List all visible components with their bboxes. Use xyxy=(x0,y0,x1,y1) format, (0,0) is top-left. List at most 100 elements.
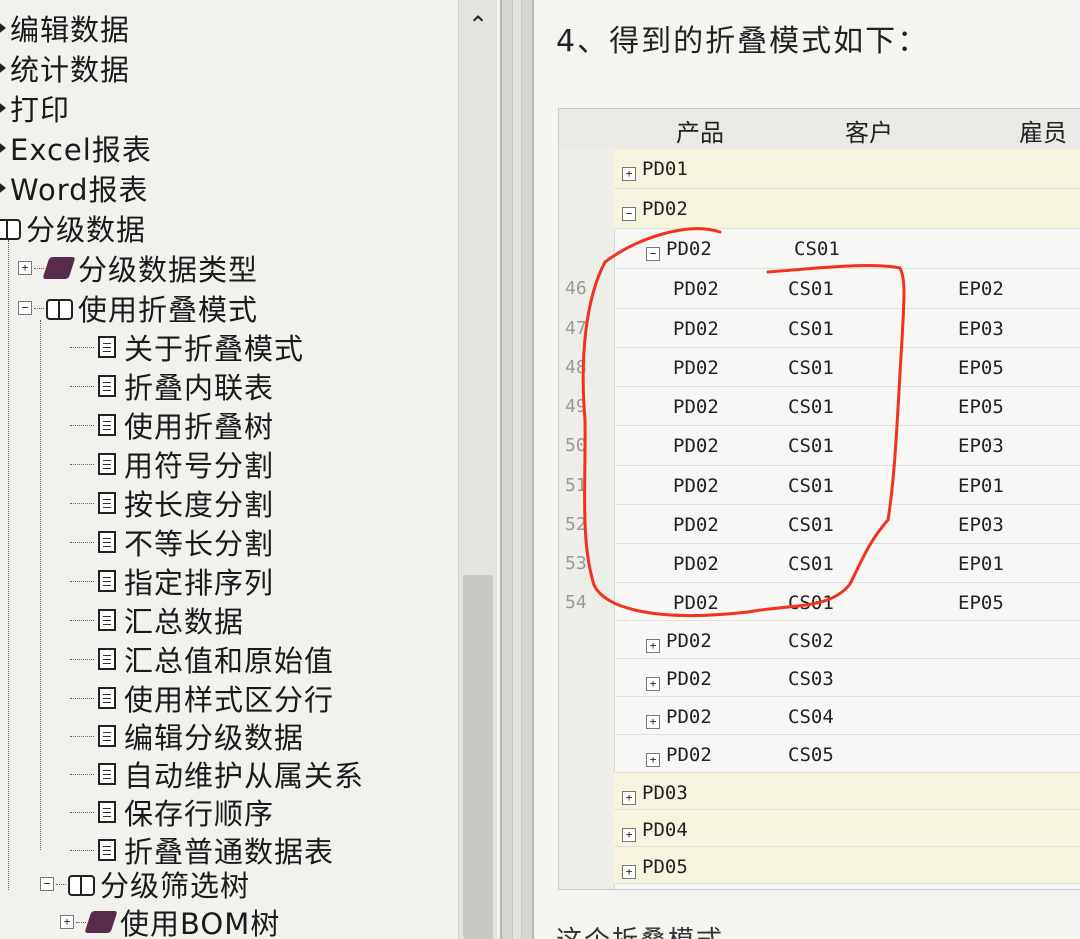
cell-product: PD02 xyxy=(666,744,712,766)
collapse-icon[interactable]: − xyxy=(18,301,32,315)
table-row[interactable]: + PD02 CS03 xyxy=(614,659,1080,697)
document-icon xyxy=(98,453,116,475)
cell-product: PD02 xyxy=(673,278,719,300)
help-content-pane: 4、得到的折叠模式如下： 产品 客户 雇员 + PD01− PD02− PD02 CS0… xyxy=(534,0,1080,939)
bullet-icon xyxy=(0,140,6,156)
table-row[interactable]: + PD04 xyxy=(614,810,1080,847)
table-row[interactable]: + PD03 xyxy=(614,773,1080,810)
tree-item-label: Word报表 xyxy=(10,173,149,207)
tree-item[interactable]: 保存行顺序 xyxy=(70,792,274,832)
tree-item-label: 统计数据 xyxy=(10,53,131,87)
tree-item[interactable]: − 分级筛选树 xyxy=(40,864,250,904)
tree-item-label: 分级筛选树 xyxy=(100,869,251,903)
tree-connector xyxy=(34,267,44,269)
document-icon xyxy=(98,839,116,861)
column-header-customer[interactable]: 客户 xyxy=(845,113,893,148)
expand-icon[interactable]: + xyxy=(646,677,660,691)
expand-icon[interactable]: + xyxy=(622,791,636,805)
expand-icon[interactable]: + xyxy=(646,715,660,729)
table-row[interactable]: + PD05 xyxy=(614,847,1080,884)
column-header-product[interactable]: 产品 xyxy=(676,113,724,148)
cell-customer: CS02 xyxy=(788,630,834,652)
cell-product: PD05 xyxy=(642,856,688,878)
document-icon xyxy=(98,609,116,631)
collapse-icon[interactable]: − xyxy=(622,207,636,221)
row-number: 49 xyxy=(565,396,587,417)
cell-customer: CS01 xyxy=(788,435,834,457)
tree-item-label: 使用BOM树 xyxy=(120,907,281,939)
tree-connector xyxy=(70,735,94,737)
table-row[interactable]: − PD02 CS01 xyxy=(614,229,1080,269)
tree-item[interactable]: 使用折叠树 xyxy=(70,405,274,445)
document-icon xyxy=(98,801,116,823)
document-icon xyxy=(98,725,116,747)
tree-item[interactable]: 汇总数据 xyxy=(70,600,244,640)
table-row[interactable]: PD02 CS01 EP03 xyxy=(614,309,1080,348)
expand-icon[interactable]: + xyxy=(646,639,660,653)
cell-product: PD02 xyxy=(666,238,712,260)
table-row[interactable]: PD02 CS01 EP02 xyxy=(614,269,1080,309)
column-header-employee[interactable]: 雇员 xyxy=(1019,113,1067,148)
scroll-up-icon[interactable]: ⌃ xyxy=(459,8,497,42)
tree-item[interactable]: Word报表 xyxy=(0,168,149,208)
tree-item-label: 分级数据类型 xyxy=(78,253,259,287)
cell-product: PD02 xyxy=(673,357,719,379)
tree-item[interactable]: 编辑分级数据 xyxy=(70,716,304,756)
expand-icon[interactable]: + xyxy=(622,865,636,879)
bullet-icon xyxy=(0,100,6,116)
step-heading: 4、得到的折叠模式如下： xyxy=(556,24,930,59)
table-row[interactable]: + PD02 CS05 xyxy=(614,735,1080,773)
cell-customer: CS03 xyxy=(788,668,834,690)
row-number: 54 xyxy=(565,592,587,613)
tree-item[interactable]: 按长度分割 xyxy=(70,483,274,523)
table-row[interactable]: PD02 CS01 EP05 xyxy=(614,348,1080,387)
tree-item[interactable]: 用符号分割 xyxy=(70,444,274,484)
tree-item[interactable]: + 使用BOM树 xyxy=(60,902,280,939)
tree-item[interactable]: 自动维护从属关系 xyxy=(70,754,364,794)
book-closed-icon xyxy=(84,911,118,933)
tree-item-label: 使用折叠树 xyxy=(124,410,275,444)
document-icon xyxy=(98,570,116,592)
table-row[interactable]: + PD01 xyxy=(614,149,1080,189)
tree-item[interactable]: 指定排序列 xyxy=(70,561,274,601)
cell-employee: EP01 xyxy=(958,475,1004,497)
collapse-icon[interactable]: − xyxy=(40,877,54,891)
row-number: 50 xyxy=(565,435,587,456)
tree-connector xyxy=(70,773,94,775)
expand-icon[interactable]: + xyxy=(18,261,32,275)
tree-item[interactable]: Excel报表 xyxy=(0,128,152,168)
table-row[interactable]: PD02 CS01 EP03 xyxy=(614,426,1080,466)
collapse-icon[interactable]: − xyxy=(646,247,660,261)
tree-item[interactable]: 分级数据 xyxy=(0,208,146,248)
expand-icon[interactable]: + xyxy=(622,167,636,181)
tree-item-label: 编辑分级数据 xyxy=(124,721,305,755)
table-row[interactable]: PD02 CS01 EP05 xyxy=(614,583,1080,621)
table-row[interactable]: PD02 CS01 EP01 xyxy=(614,466,1080,505)
table-row[interactable]: − PD02 xyxy=(614,189,1080,229)
tree-connector xyxy=(56,883,66,885)
expand-icon[interactable]: + xyxy=(622,828,636,842)
pane-splitter[interactable] xyxy=(500,0,534,939)
table-row[interactable]: + PD02 CS04 xyxy=(614,697,1080,735)
tree-item[interactable]: 统计数据 xyxy=(0,48,130,88)
table-row[interactable]: PD02 CS01 EP03 xyxy=(614,505,1080,544)
tree-item[interactable]: − 使用折叠模式 xyxy=(18,288,258,328)
tree-item[interactable]: 编辑数据 xyxy=(0,8,130,48)
tree-item[interactable]: + 分级数据类型 xyxy=(18,248,258,288)
tree-item[interactable]: 打印 xyxy=(0,88,70,128)
tree-item[interactable]: 使用样式区分行 xyxy=(70,678,334,718)
table-row[interactable]: PD02 CS01 EP01 xyxy=(614,544,1080,583)
expand-icon[interactable]: + xyxy=(646,753,660,767)
tree-item[interactable]: 汇总值和原始值 xyxy=(70,639,334,679)
table-row[interactable]: + PD02 CS02 xyxy=(614,621,1080,659)
tree-item[interactable]: 不等长分割 xyxy=(70,522,274,562)
expand-icon[interactable]: + xyxy=(60,915,74,929)
tree-item[interactable]: 折叠内联表 xyxy=(70,366,274,406)
scroll-thumb[interactable] xyxy=(463,575,493,939)
table-row[interactable]: PD02 CS01 EP05 xyxy=(614,387,1080,426)
tree-connector xyxy=(70,385,94,387)
tree-scrollbar[interactable]: ⌃ xyxy=(458,0,497,939)
row-number: 51 xyxy=(565,475,587,496)
tree-item[interactable]: 关于折叠模式 xyxy=(70,327,304,367)
document-icon xyxy=(98,763,116,785)
